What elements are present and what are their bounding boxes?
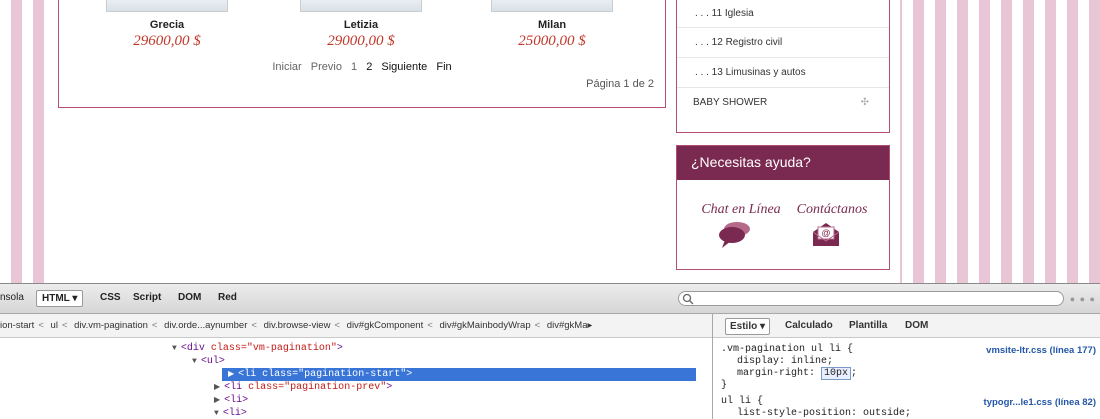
tab-calculado[interactable]: Calculado [785,320,833,331]
tab-console[interactable]: nsola [0,292,24,303]
tab-css[interactable]: CSS [100,292,121,303]
expand-triangle-icon[interactable]: ▼ [192,357,197,366]
category-menu: . . . 11 Iglesia . . . 12 Registro civil… [676,0,890,133]
css-rule: .vm-pagination ul li { display: inline; … [721,344,857,392]
css-source-link[interactable]: typogr...le1.css (línea 82) [984,397,1096,408]
css-property[interactable]: margin-right: 10px; [721,367,857,380]
css-property[interactable]: list-style-position: outside; [721,408,911,419]
expand-triangle-icon[interactable]: ▼ [172,344,177,353]
category-item-iglesia[interactable]: . . . 11 Iglesia [677,0,889,28]
window-controls-icon[interactable]: ● ● ● [1070,294,1096,304]
page-counter: Página 1 de 2 [586,78,654,90]
tab-html[interactable]: HTML ▾ [36,290,84,307]
tab-estilo[interactable]: Estilo ▾ [725,318,771,335]
collapsed-triangle-icon[interactable]: ▶ [228,370,234,379]
collapsed-triangle-icon[interactable]: ▶ [214,383,220,392]
product-name[interactable]: Milan [482,19,622,31]
devtools-search-input[interactable] [678,291,1064,306]
pagination-page-1: 1 [351,61,358,73]
product-image[interactable] [491,0,613,12]
category-item-limusinas[interactable]: . . . 13 Limusinas y autos [677,58,889,88]
chat-bubble-icon[interactable] [717,220,753,250]
tree-node-selected[interactable]: ▶ <li class="pagination-start"> [222,368,696,381]
tree-node[interactable]: ▶ <li> [214,394,248,407]
product-listing: Grecia 29600,00 $ Letizia 29000,00 $ Mil… [58,0,666,108]
category-label: BABY SHOWER [693,97,768,108]
product-card[interactable]: Grecia 29600,00 $ [97,0,237,50]
category-item-registro-civil[interactable]: . . . 12 Registro civil [677,28,889,58]
css-source-link[interactable]: vmsite-ltr.css (línea 177) [986,345,1096,356]
pagination-next[interactable]: Siguiente [381,61,427,73]
plus-icon[interactable]: ✣ [861,88,869,118]
tab-dom-style[interactable]: DOM [905,320,928,331]
webpage-area: Grecia 29600,00 $ Letizia 29000,00 $ Mil… [0,0,1100,283]
product-price: 29600,00 $ [133,33,201,49]
html-tree: ▼ <div class="vm-pagination"> ▼ <ul> ▶ <li … [0,338,712,419]
pagination-end[interactable]: Fin [436,61,451,73]
help-title: ¿Necesitas ayuda? [677,146,889,180]
css-selector[interactable]: ul li { [721,396,911,408]
search-icon [682,293,694,305]
expand-triangle-icon[interactable]: ▼ [214,409,219,418]
pagination-start[interactable]: Iniciar [272,61,301,73]
chat-link[interactable]: Chat en Línea [695,202,787,218]
product-card[interactable]: Milan 25000,00 $ [482,0,622,50]
breadcrumb-item[interactable]: ion-start [0,320,34,331]
css-selector[interactable]: .vm-pagination ul li { [721,344,857,356]
css-value-editor[interactable]: 10px [821,367,852,380]
product-price: 29000,00 $ [327,33,395,49]
pagination-page-2[interactable]: 2 [366,61,372,73]
email-icon[interactable]: @ [809,220,843,250]
help-widget: ¿Necesitas ayuda? Chat en Línea Contácta… [676,145,890,270]
breadcrumb: ion-start < ul < div.vm-pagination < div.or… [0,314,712,338]
firebug-panel: nsola HTML ▾ CSS Script DOM Red ● ● ● io… [0,283,1100,419]
breadcrumb-item[interactable]: div#gkComponent [347,320,424,331]
style-tabs: Estilo ▾ Calculado Plantilla DOM [713,314,1100,338]
svg-text:@: @ [821,228,830,238]
devtools-toolbar: nsola HTML ▾ CSS Script DOM Red ● ● ● [0,284,1100,314]
product-image[interactable] [106,0,228,12]
pagination: Iniciar Previo 1 2 Siguiente Fin [59,61,665,73]
tree-node[interactable]: ▼ <ul> [192,355,225,368]
css-rule: ul li { list-style-position: outside; [721,396,911,419]
pagination-prev[interactable]: Previo [311,61,342,73]
product-card[interactable]: Letizia 29000,00 $ [291,0,431,50]
breadcrumb-item[interactable]: div.browse-view [264,320,331,331]
product-name[interactable]: Grecia [97,19,237,31]
tab-dom[interactable]: DOM [178,292,201,303]
breadcrumb-item[interactable]: div#gkMainbodyWrap [439,320,530,331]
breadcrumb-item[interactable]: div#gkMa▸ [547,320,592,331]
tree-node[interactable]: ▼ <div class="vm-pagination"> [172,342,343,355]
tab-script[interactable]: Script [133,292,161,303]
tab-plantilla[interactable]: Plantilla [849,320,887,331]
product-image[interactable] [300,0,422,12]
breadcrumb-item[interactable]: ul [51,320,58,331]
breadcrumb-item[interactable]: div.vm-pagination [74,320,148,331]
style-panel: Estilo ▾ Calculado Plantilla DOM .vm-pag… [712,314,1100,419]
product-price: 25000,00 $ [518,33,586,49]
tree-node[interactable]: ▶ <li class="pagination-prev"> [214,381,392,394]
product-name[interactable]: Letizia [291,19,431,31]
collapsed-triangle-icon[interactable]: ▶ [214,396,220,405]
tab-red[interactable]: Red [218,292,237,303]
contact-link[interactable]: Contáctanos [787,202,877,218]
category-item-baby-shower[interactable]: BABY SHOWER ✣ [677,88,889,118]
tree-node[interactable]: ▼ <li> [214,407,247,419]
css-rule-close: } [721,380,728,391]
breadcrumb-item[interactable]: div.orde...aynumber [164,320,247,331]
